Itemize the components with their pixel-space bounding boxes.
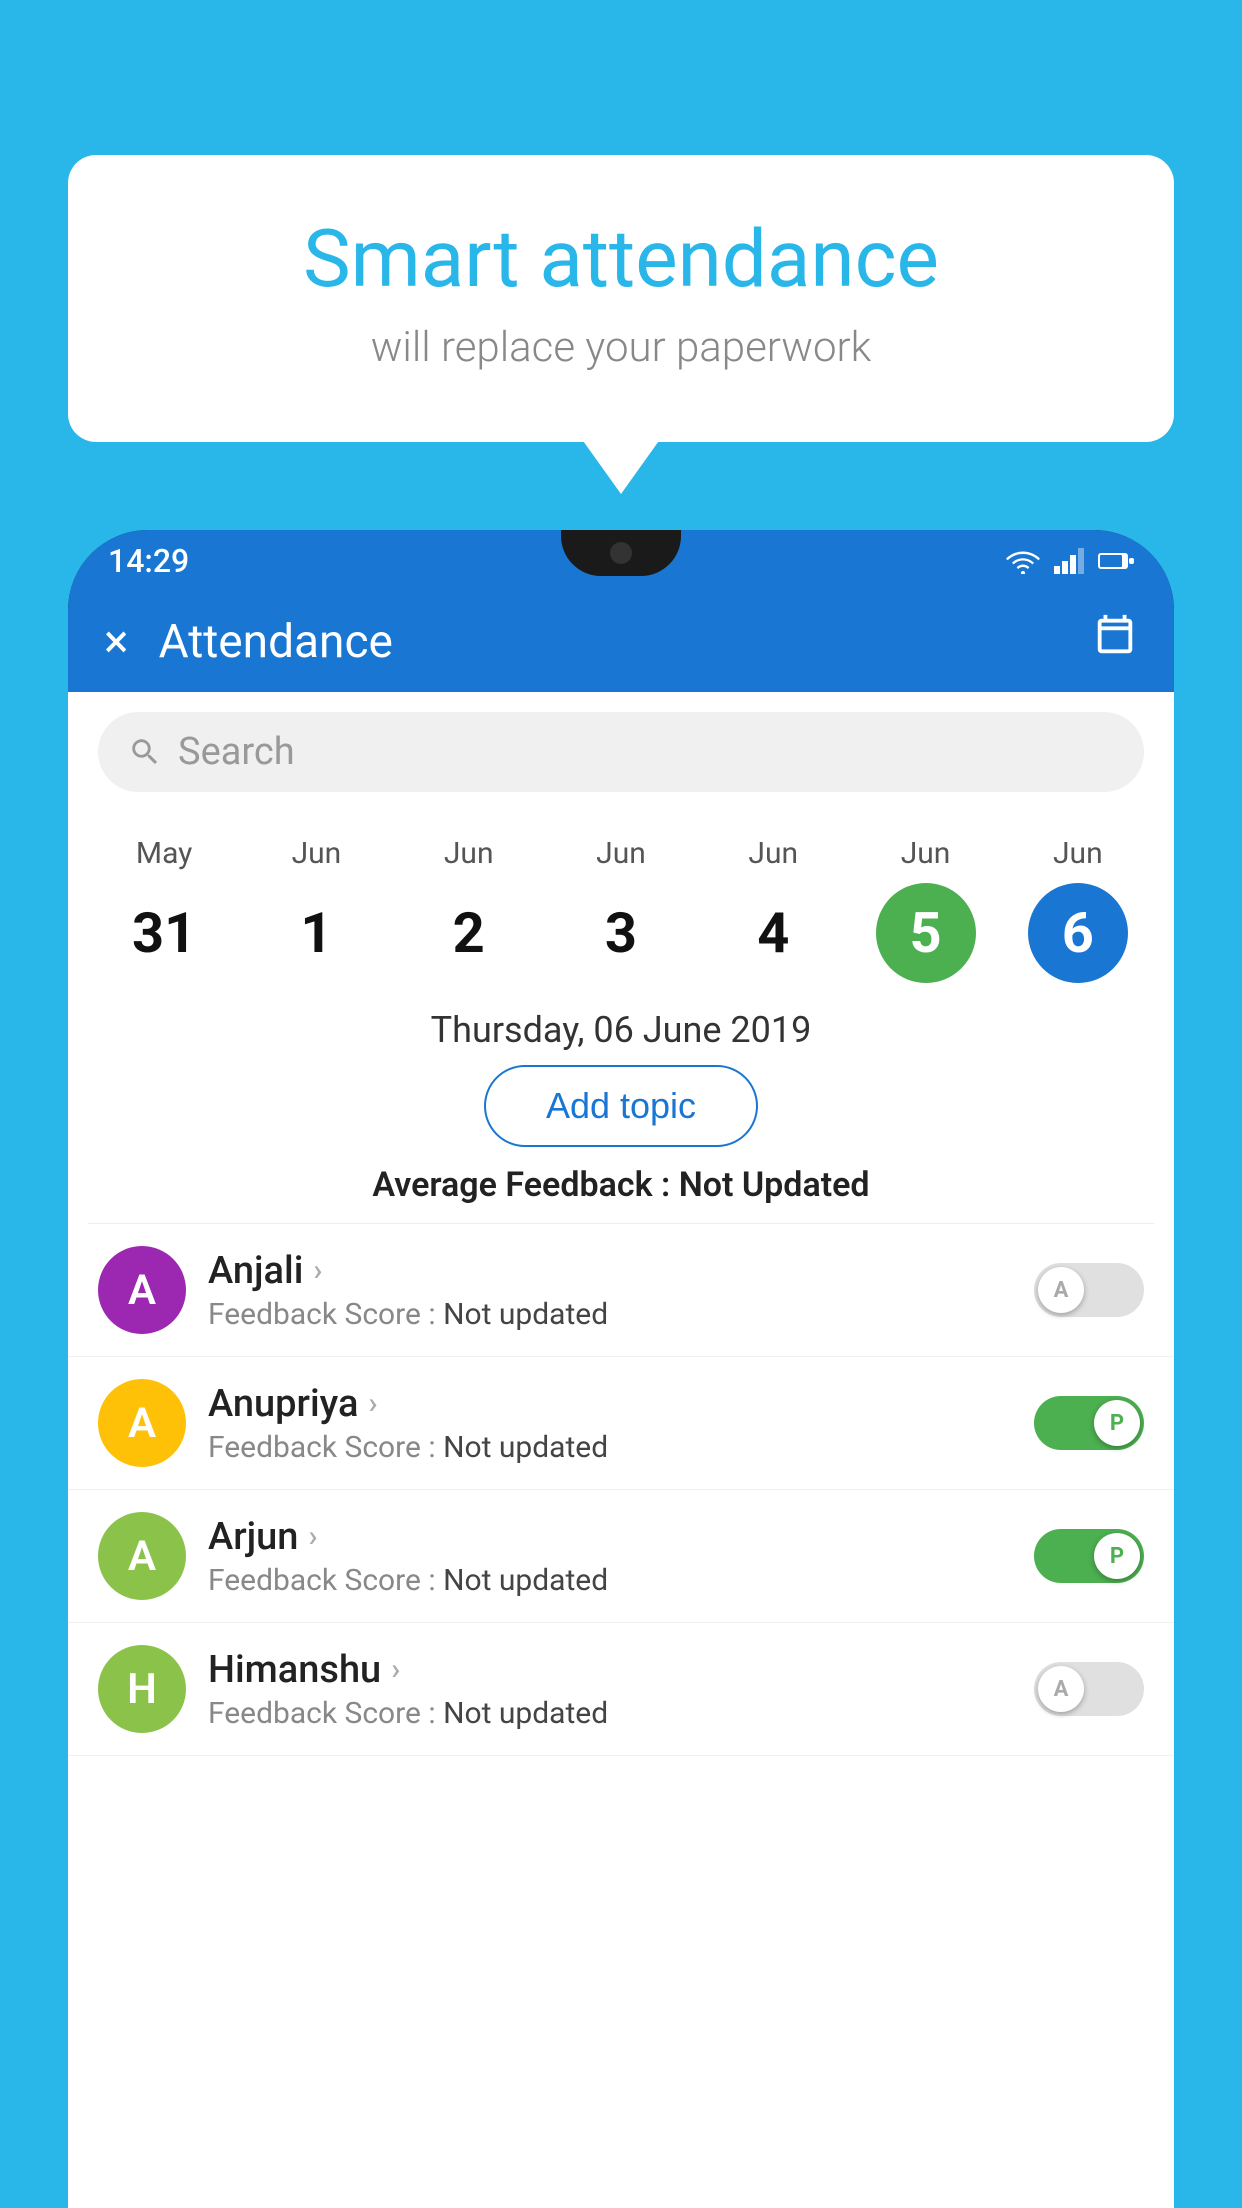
avatar: A	[98, 1512, 186, 1600]
notch	[561, 530, 681, 576]
cal-month-label: Jun	[596, 836, 646, 871]
toggle-switch[interactable]: P	[1034, 1529, 1144, 1583]
wifi-icon	[1006, 548, 1040, 574]
avg-feedback: Average Feedback : Not Updated	[68, 1165, 1174, 1205]
add-topic-button[interactable]: Add topic	[484, 1065, 758, 1147]
battery-icon	[1098, 551, 1134, 571]
phone: 14:29	[68, 530, 1174, 2208]
calendar-day-1[interactable]: Jun 1	[256, 836, 376, 983]
search-input-placeholder: Search	[178, 730, 295, 774]
student-info: Anjali › Feedback Score : Not updated	[208, 1249, 1012, 1332]
cal-day-number: 1	[266, 883, 366, 983]
cal-month-label: May	[136, 836, 192, 871]
student-info: Himanshu › Feedback Score : Not updated	[208, 1648, 1012, 1731]
status-bar: 14:29	[68, 530, 1174, 592]
toggle-knob: P	[1094, 1533, 1140, 1579]
speech-bubble-container: Smart attendance will replace your paper…	[68, 155, 1174, 442]
cal-day-number: 5	[876, 883, 976, 983]
chevron-right-icon: ›	[313, 1253, 322, 1288]
cal-day-number: 6	[1028, 883, 1128, 983]
calendar-day-31[interactable]: May 31	[104, 836, 224, 983]
cal-month-label: Jun	[292, 836, 342, 871]
cal-month-label: Jun	[748, 836, 798, 871]
feedback-score: Feedback Score : Not updated	[208, 1297, 1012, 1332]
student-name[interactable]: Anupriya ›	[208, 1382, 1012, 1426]
feedback-score: Feedback Score : Not updated	[208, 1563, 1012, 1598]
phone-container: 14:29	[68, 530, 1174, 2208]
attendance-toggle[interactable]: A	[1034, 1263, 1144, 1317]
feedback-score: Feedback Score : Not updated	[208, 1430, 1012, 1465]
screen-content: Search May 31 Jun 1 Jun 2 Jun 3 Jun 4 Jun 5 Jun 6 Thu…	[68, 692, 1174, 2208]
camera	[610, 542, 632, 564]
avatar: A	[98, 1246, 186, 1334]
speech-bubble: Smart attendance will replace your paper…	[68, 155, 1174, 442]
chevron-right-icon: ›	[308, 1519, 317, 1554]
cal-day-number: 2	[419, 883, 519, 983]
attendance-toggle[interactable]: P	[1034, 1529, 1144, 1583]
avatar: A	[98, 1379, 186, 1467]
toggle-switch[interactable]: P	[1034, 1396, 1144, 1450]
calendar-day-6[interactable]: Jun 6	[1018, 836, 1138, 983]
student-name[interactable]: Anjali ›	[208, 1249, 1012, 1293]
search-bar[interactable]: Search	[98, 712, 1144, 792]
cal-day-number: 3	[571, 883, 671, 983]
table-row: H Himanshu › Feedback Score : Not updated A	[68, 1623, 1174, 1756]
calendar-day-4[interactable]: Jun 4	[713, 836, 833, 983]
attendance-toggle[interactable]: P	[1034, 1396, 1144, 1450]
toggle-switch[interactable]: A	[1034, 1263, 1144, 1317]
bubble-subtitle: will replace your paperwork	[148, 323, 1094, 372]
feedback-value: Not updated	[443, 1563, 608, 1598]
toggle-knob: A	[1038, 1666, 1084, 1712]
calendar-day-3[interactable]: Jun 3	[561, 836, 681, 983]
attendance-toggle[interactable]: A	[1034, 1662, 1144, 1716]
chevron-right-icon: ›	[391, 1652, 400, 1687]
cal-month-label: Jun	[1053, 836, 1103, 871]
feedback-value: Not updated	[443, 1430, 608, 1465]
feedback-value: Not updated	[443, 1696, 608, 1731]
selected-date-label: Thursday, 06 June 2019	[68, 991, 1174, 1065]
avg-feedback-label: Average Feedback :	[372, 1165, 670, 1205]
signal-icon	[1054, 548, 1084, 574]
calendar-icon[interactable]	[1092, 613, 1138, 671]
toggle-knob: P	[1094, 1400, 1140, 1446]
cal-day-number: 31	[114, 883, 214, 983]
calendar-day-5[interactable]: Jun 5	[866, 836, 986, 983]
student-info: Anupriya › Feedback Score : Not updated	[208, 1382, 1012, 1465]
close-button[interactable]: ×	[104, 615, 129, 669]
students-list: AAnjali ›Feedback Score : Not updatedAAA…	[68, 1224, 1174, 1756]
student-info: Arjun › Feedback Score : Not updated	[208, 1515, 1012, 1598]
cal-month-label: Jun	[444, 836, 494, 871]
toggle-knob: A	[1038, 1267, 1084, 1313]
status-icons	[1006, 548, 1134, 574]
table-row: A Anupriya › Feedback Score : Not updated P	[68, 1357, 1174, 1490]
app-bar-title: Attendance	[159, 615, 1062, 669]
toggle-switch[interactable]: A	[1034, 1662, 1144, 1716]
table-row: A Arjun › Feedback Score : Not updated P	[68, 1490, 1174, 1623]
calendar-row: May 31 Jun 1 Jun 2 Jun 3 Jun 4 Jun 5 Jun 6	[68, 812, 1174, 991]
search-bar-container: Search	[68, 692, 1174, 812]
search-icon	[128, 735, 162, 769]
calendar-day-2[interactable]: Jun 2	[409, 836, 529, 983]
bubble-title: Smart attendance	[148, 215, 1094, 303]
student-name[interactable]: Himanshu ›	[208, 1648, 1012, 1692]
feedback-score: Feedback Score : Not updated	[208, 1696, 1012, 1731]
avg-feedback-value: Not Updated	[679, 1165, 870, 1205]
table-row: A Anjali › Feedback Score : Not updated A	[68, 1224, 1174, 1357]
cal-day-number: 4	[723, 883, 823, 983]
add-topic-container: Add topic	[68, 1065, 1174, 1147]
feedback-value: Not updated	[443, 1297, 608, 1332]
chevron-right-icon: ›	[368, 1386, 377, 1421]
app-bar: × Attendance	[68, 592, 1174, 692]
status-time: 14:29	[108, 542, 189, 580]
avatar: H	[98, 1645, 186, 1733]
student-name[interactable]: Arjun ›	[208, 1515, 1012, 1559]
cal-month-label: Jun	[901, 836, 951, 871]
